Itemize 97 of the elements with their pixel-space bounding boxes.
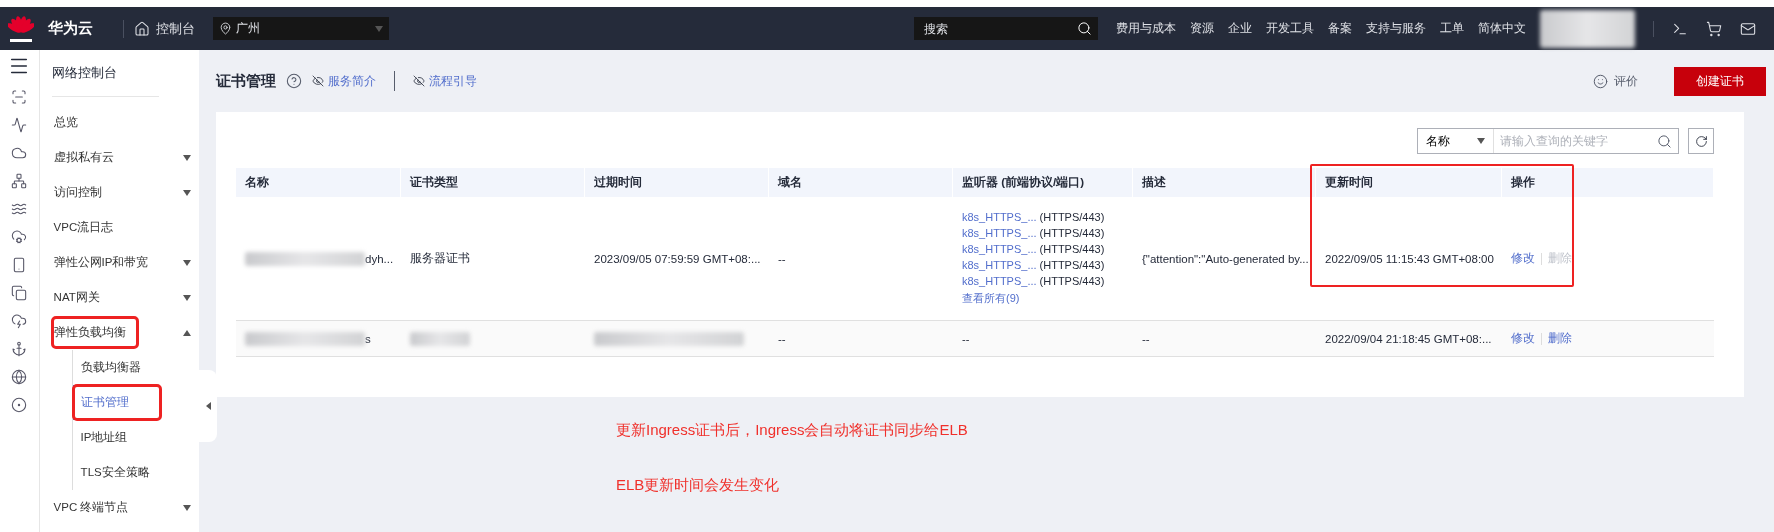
cell-text: 2022/09/04 21:18:45 GMT+08:... — [1325, 332, 1492, 345]
caret-down-icon — [183, 259, 191, 266]
search-icon[interactable] — [1077, 21, 1092, 36]
cell-text: -- — [962, 332, 971, 345]
sidebar-subitem[interactable]: TLS安全策略 — [72, 455, 199, 490]
cell-text: s — [365, 332, 371, 345]
cell-text: -- — [1142, 332, 1150, 345]
listener-link[interactable]: k8s_HTTPS_... — [962, 259, 1037, 271]
sidebar-item[interactable]: 总览 — [51, 105, 199, 140]
sidebar-item[interactable]: 弹性负载均衡 — [51, 315, 199, 350]
caret-down-icon — [183, 189, 191, 196]
sidebar-item[interactable]: 访问控制 — [51, 175, 199, 210]
column-header: 证书类型 — [401, 168, 585, 197]
view-all-link[interactable]: 查看所有(9) — [962, 291, 1020, 306]
action-link[interactable]: 修改 — [1511, 331, 1535, 346]
pin-icon[interactable] — [219, 22, 232, 35]
action-link[interactable]: 删除 — [1548, 331, 1572, 346]
caret-down-icon — [183, 504, 191, 511]
nav-link[interactable]: 简体中文 — [1478, 20, 1526, 37]
caret-left-icon — [205, 402, 211, 410]
nav-link[interactable]: 资源 — [1190, 20, 1214, 37]
annotation-text: 更新Ingress证书后，Ingress会自动将证书同步给ELB — [616, 421, 969, 440]
listener-link[interactable]: k8s_HTTPS_... — [962, 243, 1037, 255]
refresh-icon[interactable] — [1694, 134, 1708, 148]
cell-text: dyh... — [365, 252, 394, 265]
anchor-icon[interactable] — [11, 341, 28, 357]
nav-link[interactable]: 开发工具 — [1266, 20, 1314, 37]
column-header: 域名 — [769, 168, 953, 197]
filter-field[interactable]: 名称 请输入查询的关键字 — [1417, 128, 1679, 154]
protocol-text: (HTTPS/443) — [1039, 211, 1105, 223]
pulse-icon[interactable] — [11, 117, 28, 133]
brand-name: 华为云 — [48, 19, 93, 38]
page-title: 证书管理 — [216, 71, 276, 91]
mail-icon[interactable] — [1740, 20, 1756, 37]
sidebar-subitem[interactable]: IP地址组 — [72, 420, 199, 455]
sidebar-subitem[interactable]: 负载均衡器 — [72, 350, 199, 385]
caret-icon — [375, 25, 383, 32]
refresh-button[interactable] — [1688, 128, 1714, 154]
sidebar-item[interactable]: VPC流日志 — [51, 210, 199, 245]
nav-link[interactable]: 备案 — [1328, 20, 1352, 37]
action-link[interactable]: 修改 — [1511, 251, 1535, 266]
caret-up-icon — [183, 329, 191, 336]
smile-icon[interactable] — [1593, 73, 1608, 89]
column-header: 监听器 (前端协议/端口) — [953, 168, 1133, 197]
eye-slash-icon[interactable] — [413, 75, 425, 87]
cell-text: -- — [778, 332, 786, 345]
nav-link[interactable]: 企业 — [1228, 20, 1252, 37]
annotation-text: ELB更新时间会发生变化 — [616, 476, 781, 495]
globe-icon[interactable] — [11, 369, 28, 385]
wave-icon[interactable] — [11, 201, 28, 217]
caret-down-icon — [183, 154, 191, 161]
column-header: 过期时间 — [585, 168, 769, 197]
petal-logo-icon — [8, 13, 34, 44]
column-header: 描述 — [1133, 168, 1316, 197]
cell-text: 服务器证书 — [410, 251, 470, 266]
guide-link[interactable]: 服务简介 — [312, 72, 376, 90]
sidebar-item[interactable]: NAT网关 — [51, 280, 199, 315]
cloud-bolt-icon[interactable] — [11, 313, 28, 329]
caret-icon — [1477, 138, 1485, 144]
sidebar-item[interactable]: 弹性公网IP和带宽 — [51, 245, 199, 280]
protocol-text: (HTTPS/443) — [1039, 275, 1105, 287]
caret-down-icon — [183, 294, 191, 301]
column-header: 更新时间 — [1316, 168, 1502, 197]
cloud-gear-icon[interactable] — [11, 229, 28, 245]
column-header: 名称 — [236, 168, 401, 197]
cart-icon[interactable] — [1706, 20, 1722, 37]
sidebar-item[interactable]: 虚拟私有云 — [51, 140, 199, 175]
nav-link[interactable]: 工单 — [1440, 20, 1464, 37]
listener-link[interactable]: k8s_HTTPS_... — [962, 211, 1037, 223]
listener-link[interactable]: k8s_HTTPS_... — [962, 275, 1037, 287]
console-link[interactable]: 控制台 — [134, 19, 195, 38]
home-icon[interactable] — [134, 20, 150, 37]
protocol-text: (HTTPS/443) — [1039, 243, 1105, 255]
cloud-icon[interactable] — [11, 145, 28, 161]
ip-circle-icon[interactable] — [11, 397, 28, 413]
cell-text: 2023/09/05 07:59:59 GMT+08:... — [594, 252, 761, 265]
eye-slash-icon[interactable] — [312, 75, 324, 87]
nav-link[interactable]: 费用与成本 — [1116, 20, 1176, 37]
cell-text: {"attention":"Auto-generated by... — [1142, 252, 1309, 265]
sidebar-title: 网络控制台 — [51, 50, 159, 97]
region-select[interactable]: 广州 — [213, 17, 389, 40]
nav-link[interactable]: 支持与服务 — [1366, 20, 1426, 37]
sidebar-subitem[interactable]: 证书管理 — [72, 385, 199, 420]
pages-icon[interactable] — [11, 285, 28, 301]
cell-text: 2022/09/05 11:15:43 GMT+08:00 — [1325, 252, 1494, 265]
protocol-text: (HTTPS/443) — [1039, 259, 1105, 271]
column-header: 操作 — [1502, 168, 1714, 197]
feedback-link[interactable]: 评价 — [1593, 72, 1638, 90]
sidebar-item[interactable]: VPC 终端节点 — [51, 490, 199, 525]
nodes-icon[interactable] — [11, 173, 28, 189]
protocol-text: (HTTPS/443) — [1039, 227, 1105, 239]
cell-text: -- — [778, 252, 786, 265]
help-icon[interactable] — [286, 73, 302, 89]
guide-link[interactable]: 流程引导 — [413, 72, 477, 90]
collapse-handle[interactable] — [199, 370, 217, 442]
create-button[interactable]: 创建证书 — [1674, 66, 1766, 96]
listener-link[interactable]: k8s_HTTPS_... — [962, 227, 1037, 239]
